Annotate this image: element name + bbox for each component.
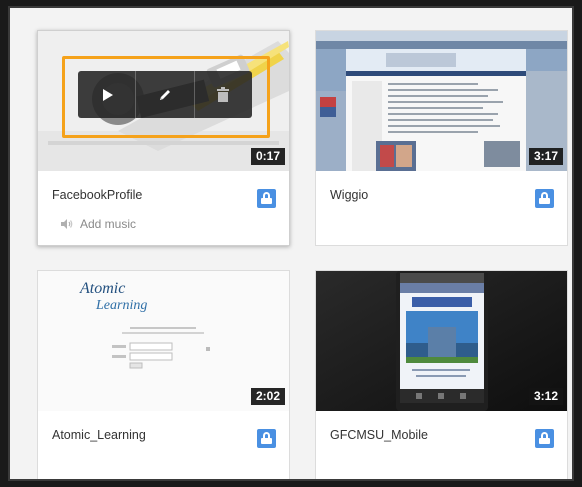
delete-button[interactable] [195, 71, 252, 118]
video-card-facebookprofile[interactable]: 0:17 FacebookProfile Add music [37, 30, 290, 246]
duration-badge: 3:17 [528, 148, 563, 165]
atomic-logo-line1: Atomic [79, 280, 125, 297]
video-action-toolbar [78, 71, 252, 118]
edit-button[interactable] [136, 71, 195, 118]
play-button[interactable] [78, 71, 137, 118]
video-card-wiggio[interactable]: 3:17 Wiggio [315, 30, 568, 246]
video-thumbnail[interactable]: 3:12 [316, 271, 567, 411]
screenshot-frame: 0:17 FacebookProfile Add music 3:17 Wigg… [8, 6, 574, 481]
lock-icon-body [261, 198, 272, 204]
lock-icon-body [261, 438, 272, 444]
video-title[interactable]: Atomic_Learning [52, 428, 146, 442]
video-grid: 0:17 FacebookProfile Add music 3:17 Wigg… [10, 8, 572, 479]
privacy-lock-button[interactable] [535, 189, 554, 208]
duration-badge: 2:02 [250, 388, 285, 405]
video-thumbnail[interactable]: Atomic Learning 2:02 [38, 271, 289, 411]
video-card-atomic-learning[interactable]: Atomic Learning 2:02 Atomic_Learning [37, 270, 290, 479]
video-title[interactable]: FacebookProfile [52, 188, 142, 202]
speaker-icon [61, 219, 73, 229]
privacy-lock-button[interactable] [257, 189, 276, 208]
duration-badge: 3:12 [528, 388, 563, 405]
atomic-logo-line2: Learning [95, 298, 147, 313]
video-title[interactable]: GFCMSU_Mobile [330, 428, 428, 442]
trash-icon [217, 87, 230, 102]
video-thumbnail[interactable]: 3:17 [316, 31, 567, 171]
add-music-label: Add music [80, 217, 137, 231]
add-music-button[interactable]: Add music [60, 217, 136, 231]
privacy-lock-button[interactable] [535, 429, 554, 448]
pencil-icon [159, 89, 170, 100]
video-title[interactable]: Wiggio [330, 188, 368, 202]
privacy-lock-button[interactable] [257, 429, 276, 448]
video-card-gfcmsu-mobile[interactable]: 3:12 GFCMSU_Mobile [315, 270, 568, 479]
duration-badge: 0:17 [250, 148, 285, 165]
lock-icon-body [539, 198, 550, 204]
play-icon [102, 88, 113, 101]
lock-icon-body [539, 438, 550, 444]
